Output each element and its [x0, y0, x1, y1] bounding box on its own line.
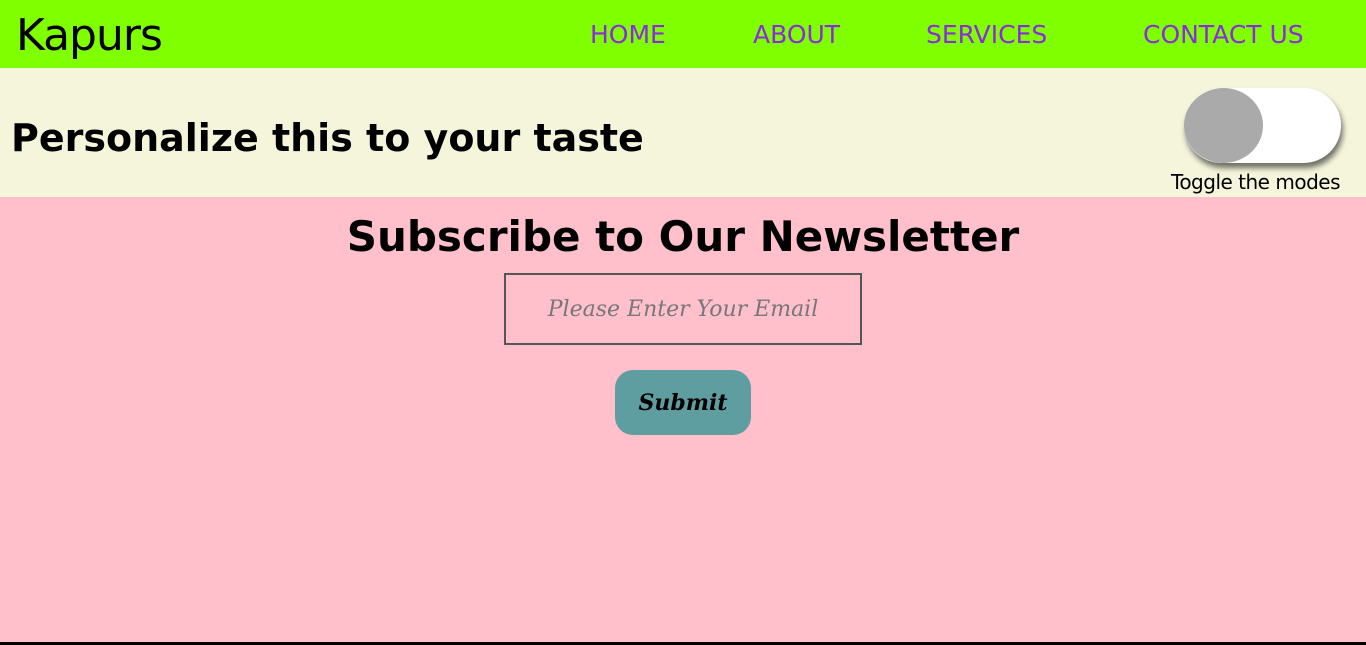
personalize-section: Personalize this to your taste Toggle th…	[0, 68, 1366, 197]
navbar: Kapurs HOME ABOUT SERVICES CONTACT US	[0, 0, 1366, 68]
personalize-heading: Personalize this to your taste	[11, 116, 644, 160]
nav-link-contact-us[interactable]: CONTACT US	[1143, 18, 1304, 52]
toggle-knob[interactable]	[1184, 88, 1263, 163]
nav-link-home[interactable]: HOME	[590, 18, 666, 52]
email-input[interactable]	[504, 273, 862, 345]
toggle-caption: Toggle the modes	[1171, 170, 1340, 194]
brand-logo[interactable]: Kapurs	[16, 8, 163, 64]
newsletter-heading: Subscribe to Our Newsletter	[346, 212, 1020, 261]
nav-link-services[interactable]: SERVICES	[926, 18, 1047, 52]
nav-link-about[interactable]: ABOUT	[753, 18, 840, 52]
submit-button[interactable]: Submit	[615, 370, 751, 435]
mode-toggle-switch[interactable]	[1184, 88, 1341, 163]
